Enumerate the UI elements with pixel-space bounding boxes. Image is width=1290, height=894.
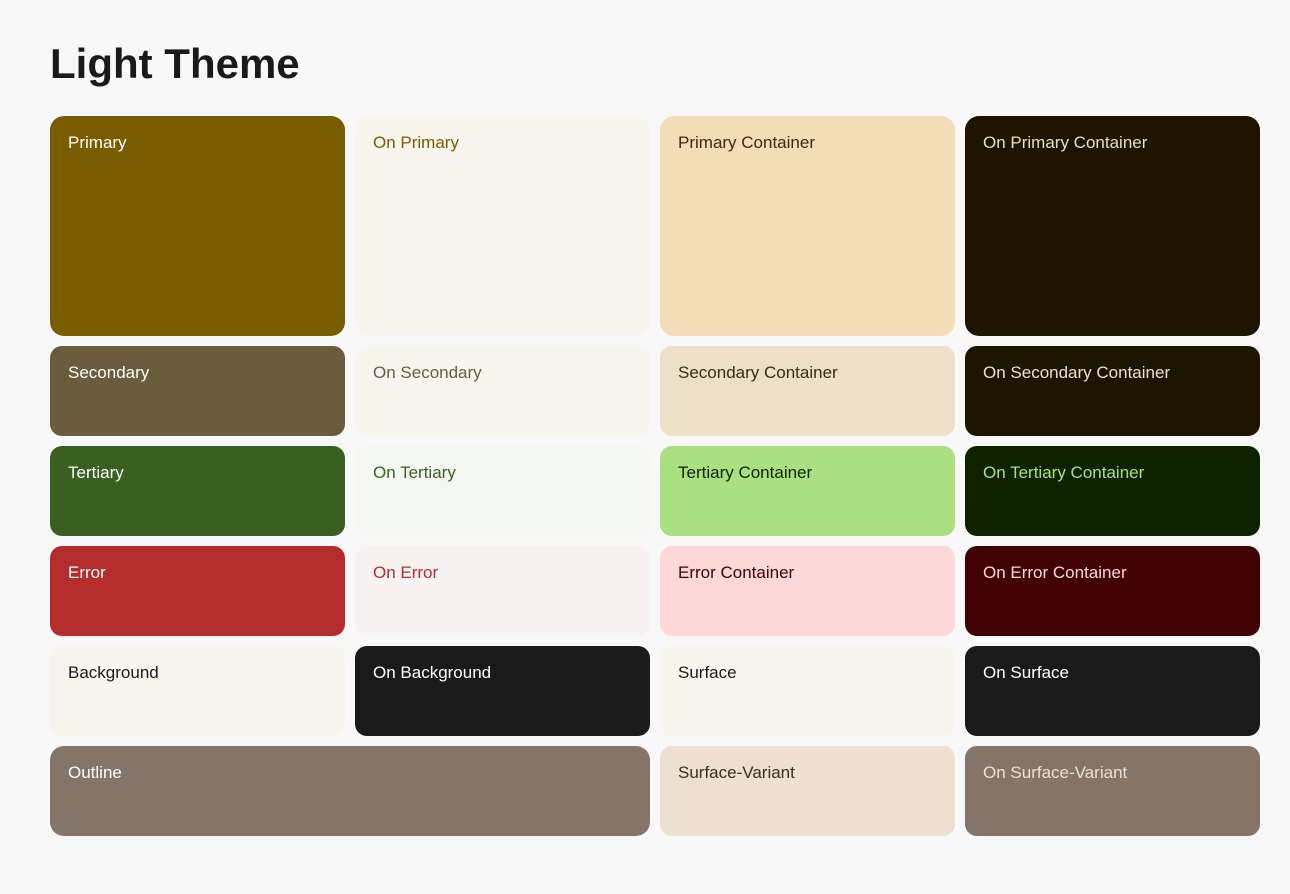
color-cell-tertiary: Tertiary (50, 446, 345, 536)
color-cell-primary-container: Primary Container (660, 116, 955, 336)
color-cell-error: Error (50, 546, 345, 636)
color-cell-on-error: On Error (355, 546, 650, 636)
color-cell-on-primary: On Primary (355, 116, 650, 336)
color-cell-on-primary-container: On Primary Container (965, 116, 1260, 336)
page-title: Light Theme (50, 40, 1240, 88)
color-cell-secondary-container: Secondary Container (660, 346, 955, 436)
primary-row: Primary On Primary Primary Container On … (50, 116, 1240, 336)
color-cell-on-tertiary: On Tertiary (355, 446, 650, 536)
color-cell-surface: Surface (660, 646, 955, 736)
tertiary-row: Tertiary On Tertiary Tertiary Container … (50, 446, 1240, 536)
color-cell-on-secondary-container: On Secondary Container (965, 346, 1260, 436)
color-cell-on-secondary: On Secondary (355, 346, 650, 436)
error-row: Error On Error Error Container On Error … (50, 546, 1240, 636)
color-cell-outline: Outline (50, 746, 650, 836)
color-grid: Primary On Primary Primary Container On … (50, 116, 1240, 836)
color-cell-on-surface-variant: On Surface-Variant (965, 746, 1260, 836)
color-cell-on-surface: On Surface (965, 646, 1260, 736)
color-cell-secondary: Secondary (50, 346, 345, 436)
background-row: Background On Background Surface On Surf… (50, 646, 1240, 736)
color-cell-background: Background (50, 646, 345, 736)
color-cell-surface-variant: Surface-Variant (660, 746, 955, 836)
color-cell-on-error-container: On Error Container (965, 546, 1260, 636)
color-cell-primary: Primary (50, 116, 345, 336)
secondary-row: Secondary On Secondary Secondary Contain… (50, 346, 1240, 436)
outline-row: Outline Surface-Variant On Surface-Varia… (50, 746, 1240, 836)
color-cell-tertiary-container: Tertiary Container (660, 446, 955, 536)
color-cell-error-container: Error Container (660, 546, 955, 636)
color-cell-on-background: On Background (355, 646, 650, 736)
color-cell-on-tertiary-container: On Tertiary Container (965, 446, 1260, 536)
